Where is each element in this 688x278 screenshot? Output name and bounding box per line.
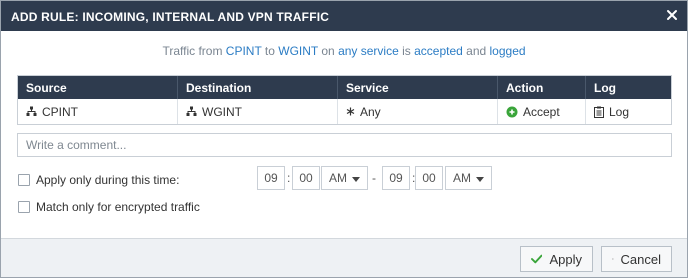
apply-button[interactable]: Apply bbox=[520, 246, 593, 272]
dialog-footer: Apply Cancel bbox=[1, 238, 687, 277]
add-rule-dialog: ADD RULE: INCOMING, INTERNAL AND VPN TRA… bbox=[0, 0, 688, 278]
cell-log[interactable]: Log bbox=[586, 99, 671, 124]
source-value: CPINT bbox=[42, 104, 78, 119]
table-header: Source Destination Service Action Log bbox=[18, 76, 671, 99]
time-range-separator: - bbox=[372, 171, 376, 185]
summary-text: is bbox=[398, 44, 415, 58]
summary-text: Traffic from bbox=[162, 44, 226, 58]
action-value: Accept bbox=[523, 104, 560, 119]
summary-source-link[interactable]: CPINT bbox=[226, 44, 262, 58]
table-row: CPINT WGINT Any Accept Log bbox=[18, 99, 671, 124]
encrypted-traffic-option[interactable]: Match only for encrypted traffic bbox=[18, 200, 200, 214]
summary-service-link[interactable]: any service bbox=[338, 44, 399, 58]
end-minute-field[interactable]: 00 bbox=[415, 166, 443, 190]
time-restriction-label: Apply only during this time: bbox=[36, 173, 180, 187]
rule-table: Source Destination Service Action Log CP… bbox=[17, 75, 672, 125]
rule-summary: Traffic from CPINT to WGINT on any servi… bbox=[1, 44, 687, 58]
network-icon bbox=[26, 106, 37, 116]
header-service: Service bbox=[338, 76, 498, 99]
summary-action-link[interactable]: accepted bbox=[414, 44, 463, 58]
header-destination: Destination bbox=[178, 76, 338, 99]
start-ampm-select[interactable]: AM bbox=[321, 166, 368, 190]
header-source: Source bbox=[18, 76, 178, 99]
asterisk-icon bbox=[346, 107, 355, 116]
start-hour-field[interactable]: 09 bbox=[257, 166, 285, 190]
chevron-down-icon bbox=[352, 177, 360, 182]
summary-text: on bbox=[318, 44, 339, 58]
summary-log-link[interactable]: logged bbox=[490, 44, 526, 58]
cell-action[interactable]: Accept bbox=[498, 99, 586, 124]
accept-icon bbox=[506, 106, 518, 117]
start-ampm-value: AM bbox=[329, 171, 347, 185]
time-restriction-checkbox[interactable] bbox=[18, 174, 30, 186]
check-icon bbox=[531, 254, 543, 264]
cell-source[interactable]: CPINT bbox=[18, 99, 178, 124]
cancel-label: Cancel bbox=[620, 251, 661, 267]
end-hour-field[interactable]: 09 bbox=[382, 166, 410, 190]
start-minute-field[interactable]: 00 bbox=[292, 166, 320, 190]
network-icon bbox=[186, 106, 197, 116]
header-log: Log bbox=[594, 80, 616, 95]
time-restriction-option[interactable]: Apply only during this time: bbox=[18, 173, 179, 187]
destination-value: WGINT bbox=[202, 104, 242, 119]
service-value: Any bbox=[360, 104, 381, 119]
log-value: Log bbox=[609, 104, 630, 119]
cancel-button[interactable]: Cancel bbox=[601, 246, 672, 272]
close-icon bbox=[612, 258, 614, 260]
encrypted-traffic-checkbox[interactable] bbox=[18, 201, 30, 213]
cell-service[interactable]: Any bbox=[338, 99, 498, 124]
cell-destination[interactable]: WGINT bbox=[178, 99, 338, 124]
header-action: Action bbox=[498, 76, 586, 99]
summary-text: and bbox=[462, 44, 490, 58]
summary-text: to bbox=[261, 44, 279, 58]
clipboard-icon bbox=[594, 106, 604, 118]
end-ampm-value: AM bbox=[453, 171, 471, 185]
apply-label: Apply bbox=[549, 251, 582, 267]
dialog-title: ADD RULE: INCOMING, INTERNAL AND VPN TRA… bbox=[11, 10, 330, 24]
dialog-titlebar: ADD RULE: INCOMING, INTERNAL AND VPN TRA… bbox=[1, 1, 687, 31]
chevron-down-icon bbox=[476, 177, 484, 182]
encrypted-traffic-label: Match only for encrypted traffic bbox=[36, 200, 200, 214]
close-icon[interactable] bbox=[665, 8, 679, 22]
end-ampm-select[interactable]: AM bbox=[445, 166, 492, 190]
summary-destination-link[interactable]: WGINT bbox=[278, 44, 318, 58]
comment-input[interactable] bbox=[17, 133, 672, 157]
time-colon: : bbox=[287, 171, 291, 185]
